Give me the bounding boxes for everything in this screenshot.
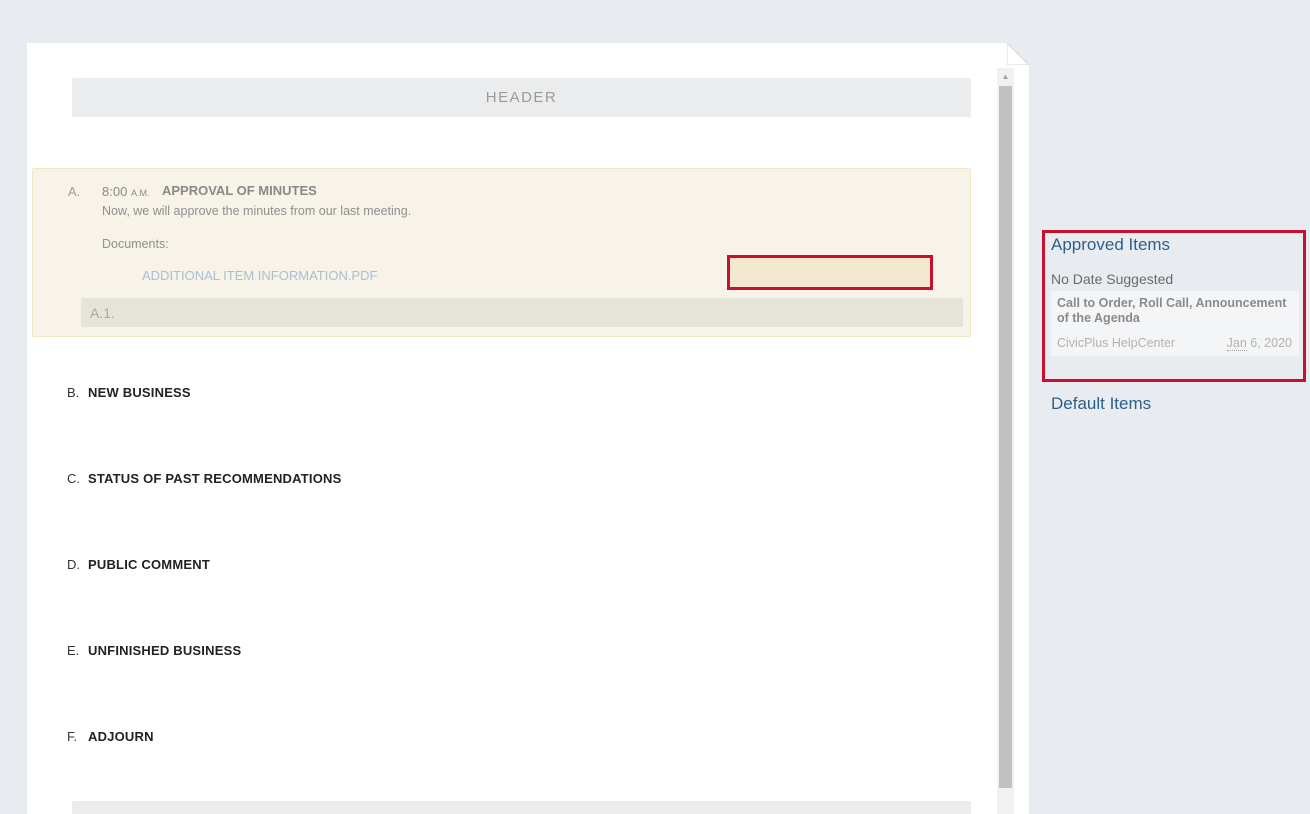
agenda-item-c[interactable]: C. STATUS OF PAST RECOMMENDATIONS [67,471,341,486]
item-title: APPROVAL OF MINUTES [162,183,317,198]
documents-label: Documents: [102,237,169,251]
vertical-scrollbar[interactable]: ▲ [997,68,1014,814]
item-title: UNFINISHED BUSINESS [88,643,242,658]
approved-item-card[interactable]: Call to Order, Roll Call, Announcement o… [1051,291,1299,356]
agenda-item-b[interactable]: B. NEW BUSINESS [67,385,191,400]
approved-item-source: CivicPlus HelpCenter [1057,336,1176,350]
agenda-footer[interactable] [72,801,971,814]
approved-items-heading[interactable]: Approved Items [1051,235,1170,255]
agenda-header[interactable]: HEADER [72,78,971,117]
approved-item-date: Jan 6, 2020 [1226,336,1292,351]
item-title: NEW BUSINESS [88,385,191,400]
default-items-heading[interactable]: Default Items [1051,394,1151,414]
page-corner-fold-icon [1007,43,1029,65]
item-title: ADJOURN [88,729,154,744]
scrollbar-thumb[interactable] [999,86,1012,788]
subitem-a1[interactable]: A.1. [81,298,963,327]
agenda-document-page: HEADER A. 8:00 A.M. APPROVAL OF MINUTES … [27,43,1029,814]
agenda-item-f[interactable]: F. ADJOURN [67,729,154,744]
item-description: Now, we will approve the minutes from ou… [102,204,412,218]
item-letter: A. [68,184,81,199]
agenda-item-a[interactable]: A. 8:00 A.M. APPROVAL OF MINUTES Now, we… [32,168,971,337]
item-time: 8:00 A.M. [102,184,150,199]
document-link[interactable]: ADDITIONAL ITEM INFORMATION.PDF [142,268,377,283]
agenda-item-d[interactable]: D. PUBLIC COMMENT [67,557,210,572]
approved-item-title: Call to Order, Roll Call, Announcement o… [1057,296,1287,325]
subitem-label: A.1. [90,305,115,321]
agenda-item-e[interactable]: E. UNFINISHED BUSINESS [67,643,241,658]
item-title: PUBLIC COMMENT [88,557,210,572]
no-date-suggested-label: No Date Suggested [1051,271,1174,287]
drop-target-placeholder[interactable] [727,255,933,290]
item-title: STATUS OF PAST RECOMMENDATIONS [88,471,342,486]
scroll-up-arrow-icon[interactable]: ▲ [997,68,1014,85]
